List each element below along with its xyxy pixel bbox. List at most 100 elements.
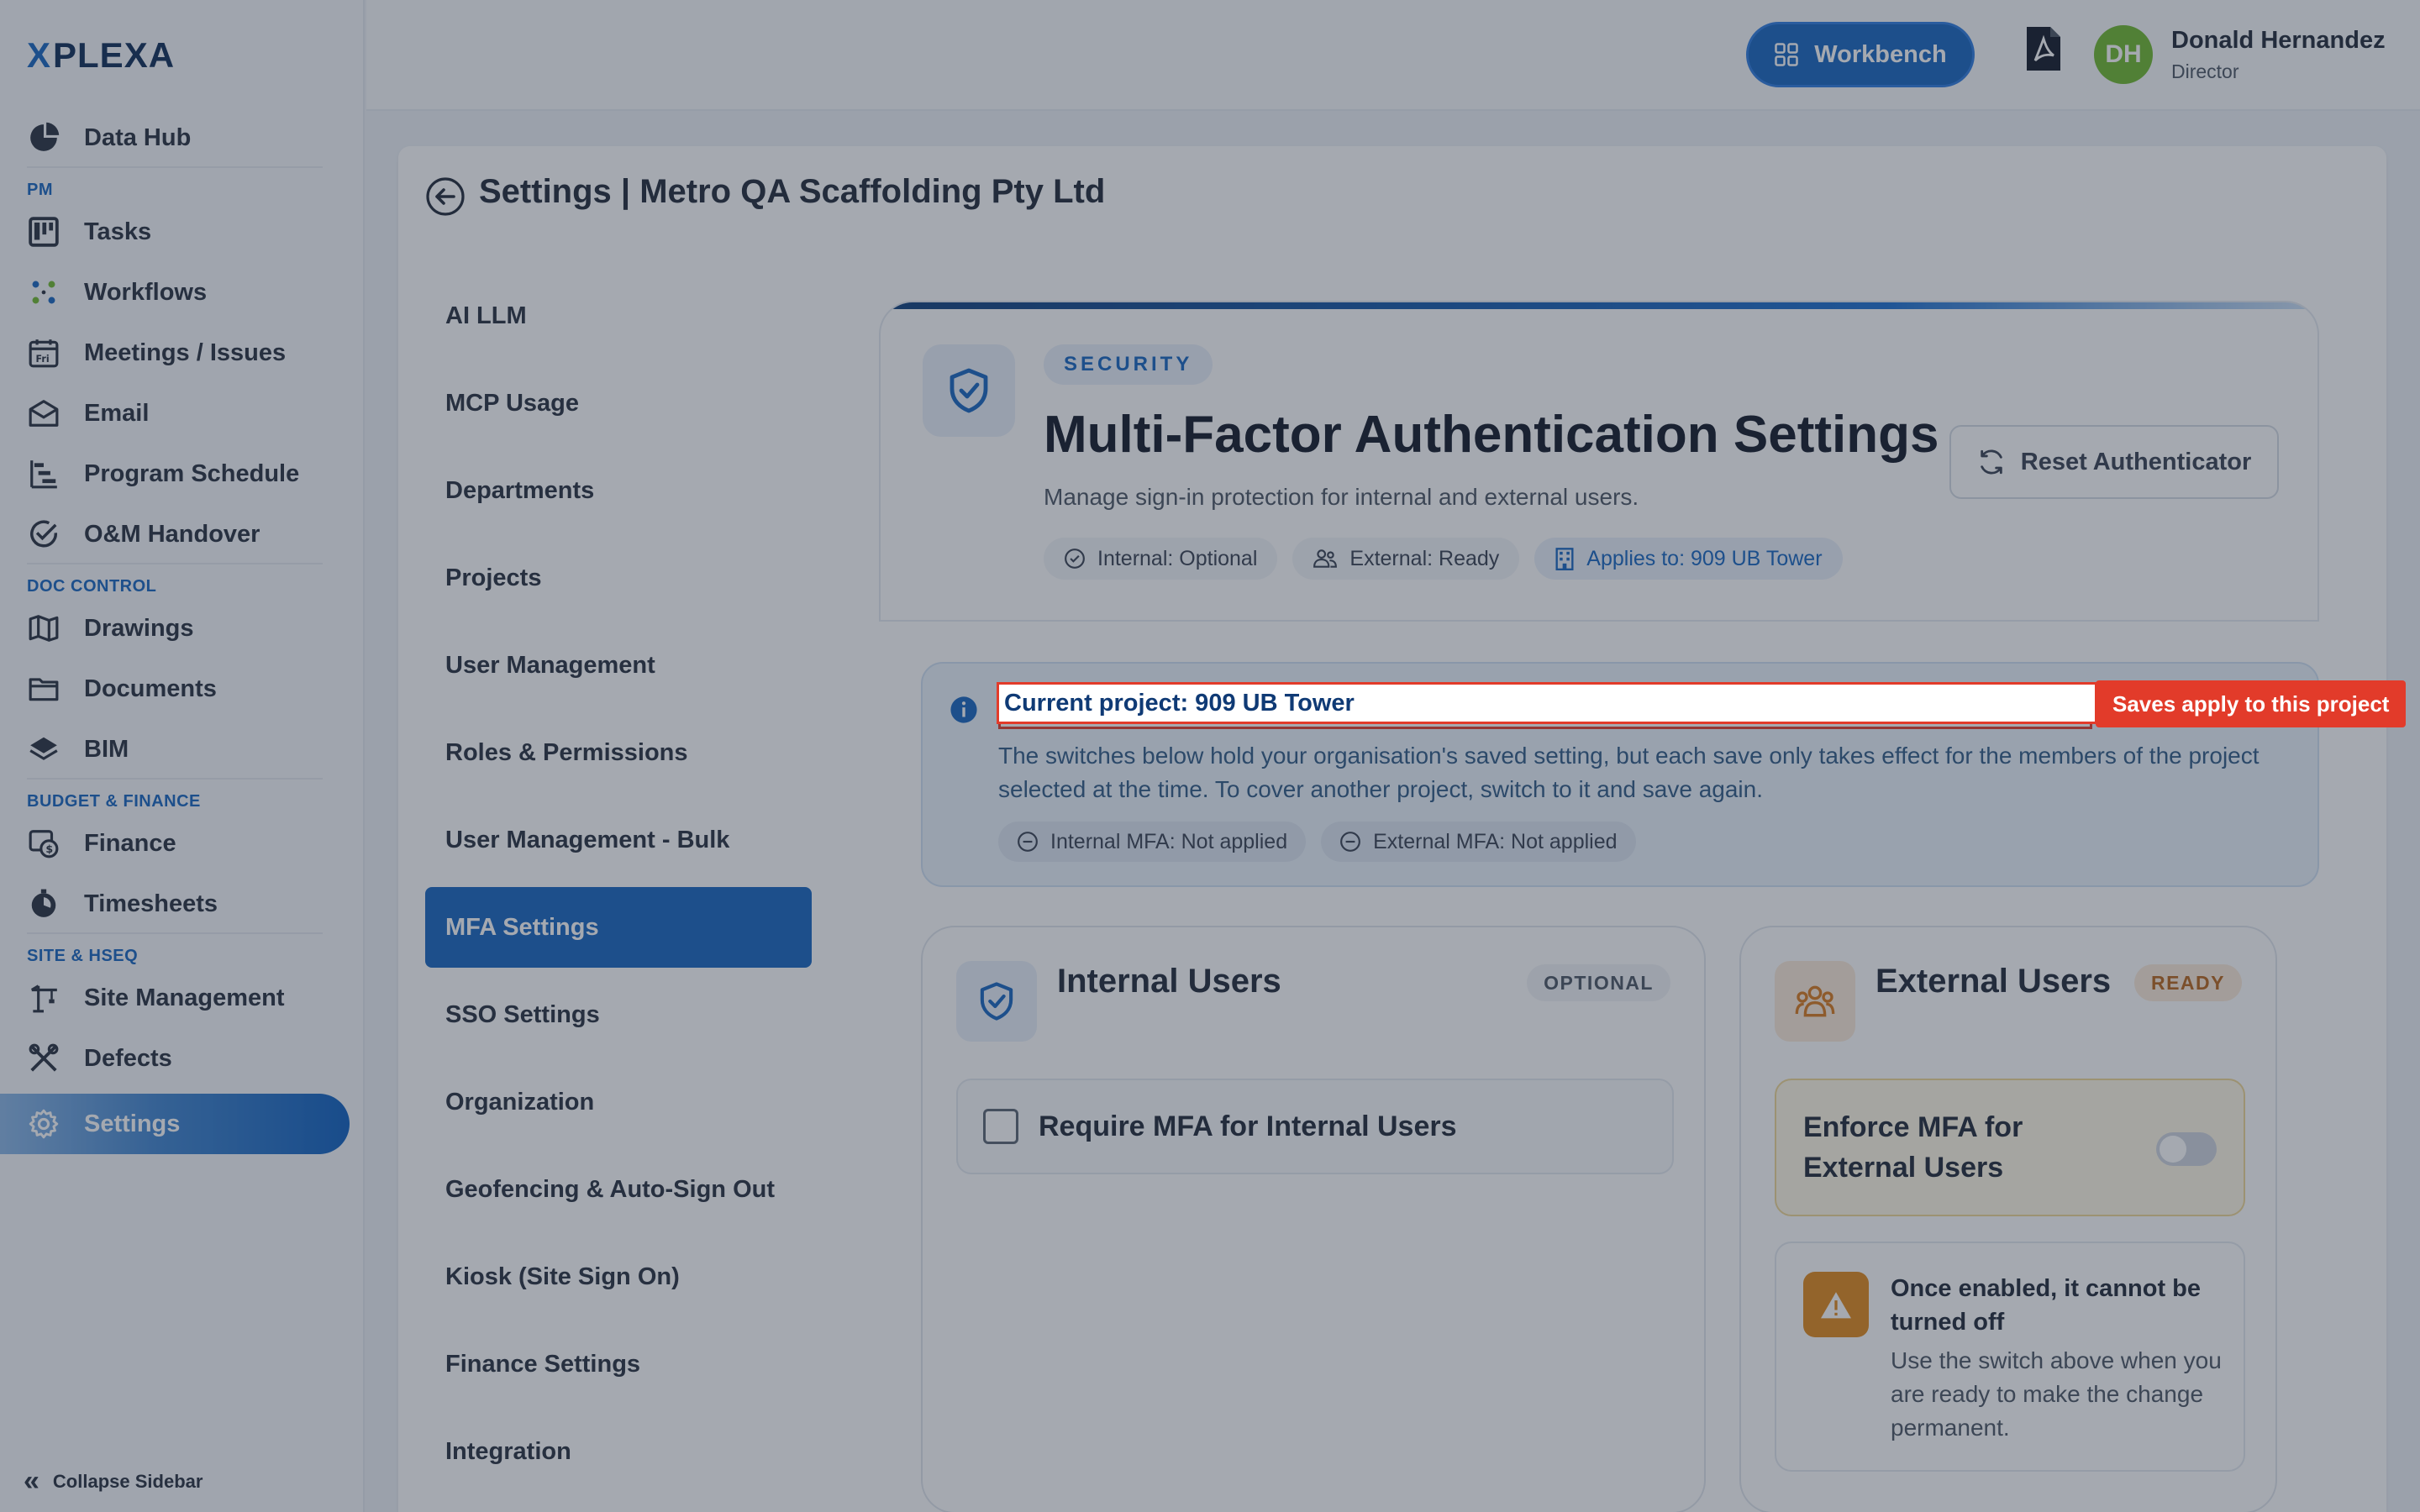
sidebar-item-label: Drawings — [84, 614, 194, 642]
settings-nav-mcp-usage[interactable]: MCP Usage — [425, 360, 812, 447]
warning-icon — [1803, 1272, 1869, 1337]
svg-text:Fri: Fri — [36, 354, 50, 365]
nav-section-pm: PM — [27, 181, 53, 199]
settings-nav-sso-settings[interactable]: SSO Settings — [425, 971, 812, 1058]
status-chips: Internal: Optional External: Ready Appli… — [1044, 538, 1843, 580]
sidebar-item-data-hub[interactable]: Data Hub — [0, 108, 365, 168]
enforce-mfa-external-option: Enforce MFA for External Users — [1775, 1079, 2245, 1216]
finance-icon: $ — [27, 827, 60, 860]
enforce-mfa-external-toggle[interactable] — [2156, 1132, 2217, 1166]
settings-nav-finance-settings[interactable]: Finance Settings — [425, 1320, 812, 1408]
sidebar-item-drawings[interactable]: Drawings — [0, 598, 365, 659]
sidebar-item-meetings-issues[interactable]: Fri Meetings / Issues — [0, 323, 365, 383]
settings-nav-user-management-bulk[interactable]: User Management - Bulk — [425, 796, 812, 884]
settings-nav-integration[interactable]: Integration — [425, 1408, 812, 1495]
settings-nav-roles-permissions[interactable]: Roles & Permissions — [425, 709, 812, 796]
sidebar-item-label: Defects — [84, 1044, 172, 1072]
sidebar-item-label: O&M Handover — [84, 520, 260, 548]
collapse-sidebar-button[interactable]: « Collapse Sidebar — [24, 1465, 203, 1498]
plexa-logo[interactable]: X PLEXA — [27, 35, 175, 76]
grid-icon — [1774, 42, 1799, 67]
external-users-card: External Users READY Enforce MFA for Ext… — [1739, 926, 2277, 1512]
internal-users-card: Internal Users OPTIONAL Require MFA for … — [921, 926, 1706, 1512]
users-group-icon — [1775, 961, 1855, 1042]
internal-status-label: Internal: Optional — [1097, 546, 1258, 570]
sidebar-item-label: BIM — [84, 735, 129, 763]
sidebar-item-label: Tasks — [84, 218, 152, 245]
mail-icon — [27, 396, 60, 430]
internal-users-title: Internal Users — [1057, 963, 1281, 1000]
sidebar-item-label: Settings — [84, 1110, 181, 1137]
ready-badge: READY — [2133, 964, 2242, 1001]
settings-nav-geofencing[interactable]: Geofencing & Auto-Sign Out — [425, 1146, 812, 1233]
sidebar-item-finance[interactable]: $ Finance — [0, 813, 365, 874]
settings-nav: AI LLM MCP Usage Departments Projects Us… — [425, 272, 812, 1495]
back-arrow-icon[interactable] — [425, 176, 466, 217]
workflow-icon — [27, 276, 60, 309]
sidebar-item-program-schedule[interactable]: Program Schedule — [0, 444, 365, 504]
settings-nav-departments[interactable]: Departments — [425, 447, 812, 534]
reset-authenticator-label: Reset Authenticator — [2020, 448, 2252, 475]
top-header: Workbench DH Donald Hernandez Director — [366, 0, 2420, 111]
nav-section-doc-control: DOC CONTROL — [27, 577, 157, 596]
external-status-label: External: Ready — [1349, 546, 1500, 570]
minus-circle-icon — [1017, 831, 1039, 853]
sidebar-item-label: Finance — [84, 829, 176, 857]
sidebar-item-site-management[interactable]: Site Management — [0, 968, 365, 1028]
require-mfa-internal-option[interactable]: Require MFA for Internal Users — [956, 1079, 1674, 1174]
shield-icon — [956, 961, 1037, 1042]
sidebar-item-om-handover[interactable]: O&M Handover — [0, 504, 365, 564]
sidebar-item-tasks[interactable]: Tasks — [0, 202, 365, 262]
sidebar-item-label: Data Hub — [84, 123, 192, 151]
current-project-description: The switches below hold your organisatio… — [998, 743, 2260, 802]
external-status-chip: External: Ready — [1292, 538, 1520, 580]
reset-authenticator-button[interactable]: Reset Authenticator — [1949, 425, 2279, 499]
sidebar-item-timesheets[interactable]: Timesheets — [0, 874, 365, 934]
user-name: Donald Hernandez — [2171, 27, 2386, 54]
sidebar-item-label: Email — [84, 399, 150, 427]
warning-title: Once enabled, it cannot be turned off — [1891, 1275, 2202, 1336]
sidebar-item-email[interactable]: Email — [0, 383, 365, 444]
svg-text:$: $ — [45, 843, 53, 855]
settings-nav-kiosk[interactable]: Kiosk (Site Sign On) — [425, 1233, 812, 1320]
pdf-icon[interactable] — [2023, 25, 2064, 72]
workbench-label: Workbench — [1814, 40, 1947, 68]
settings-nav-projects[interactable]: Projects — [425, 534, 812, 622]
layers-icon — [27, 732, 60, 766]
building-icon — [1555, 547, 1575, 570]
security-badge: SECURITY — [1044, 344, 1213, 385]
settings-nav-organization[interactable]: Organization — [425, 1058, 812, 1146]
permanent-warning: Once enabled, it cannot be turned off Us… — [1775, 1242, 2245, 1472]
sidebar-item-settings[interactable]: Settings — [0, 1094, 350, 1154]
pie-chart-icon — [27, 121, 60, 155]
settings-nav-user-management[interactable]: User Management — [425, 622, 812, 709]
sidebar-item-defects[interactable]: Defects — [0, 1028, 365, 1089]
sidebar-item-documents[interactable]: Documents — [0, 659, 365, 719]
sidebar-item-label: Meetings / Issues — [84, 339, 287, 366]
main-nav: Data Hub PM Tasks Workflows Fri Meetings… — [0, 108, 365, 1154]
workbench-button[interactable]: Workbench — [1746, 22, 1975, 87]
gantt-icon — [27, 457, 60, 491]
sidebar-item-bim[interactable]: BIM — [0, 719, 365, 780]
mfa-panel: SECURITY Multi-Factor Authentication Set… — [879, 301, 2319, 1512]
sidebar-item-label: Workflows — [84, 278, 208, 306]
avatar[interactable]: DH — [2094, 25, 2153, 84]
sidebar-item-workflows[interactable]: Workflows — [0, 262, 365, 323]
sidebar-item-label: Site Management — [84, 984, 285, 1011]
logo-mark: X — [27, 35, 52, 75]
applies-to-label: Applies to: 909 UB Tower — [1586, 546, 1823, 570]
require-mfa-internal-label: Require MFA for Internal Users — [1039, 1110, 1457, 1142]
settings-nav-ai-llm[interactable]: AI LLM — [425, 272, 812, 360]
users-icon — [1313, 548, 1338, 570]
optional-badge: OPTIONAL — [1527, 964, 1670, 1001]
require-mfa-internal-checkbox[interactable] — [983, 1109, 1018, 1144]
check-circle-icon — [1064, 548, 1086, 570]
calendar-icon: Fri — [27, 336, 60, 370]
mfa-panel-header: SECURITY Multi-Factor Authentication Set… — [879, 301, 2319, 622]
internal-mfa-applied-chip: Internal MFA: Not applied — [998, 822, 1307, 862]
applied-status-chips: Internal MFA: Not applied External MFA: … — [998, 822, 1636, 862]
refresh-icon — [1977, 448, 2006, 476]
settings-nav-mfa-settings[interactable]: MFA Settings — [425, 887, 812, 968]
timer-icon — [27, 887, 60, 921]
saves-apply-tag: Saves apply to this project — [2096, 680, 2407, 727]
